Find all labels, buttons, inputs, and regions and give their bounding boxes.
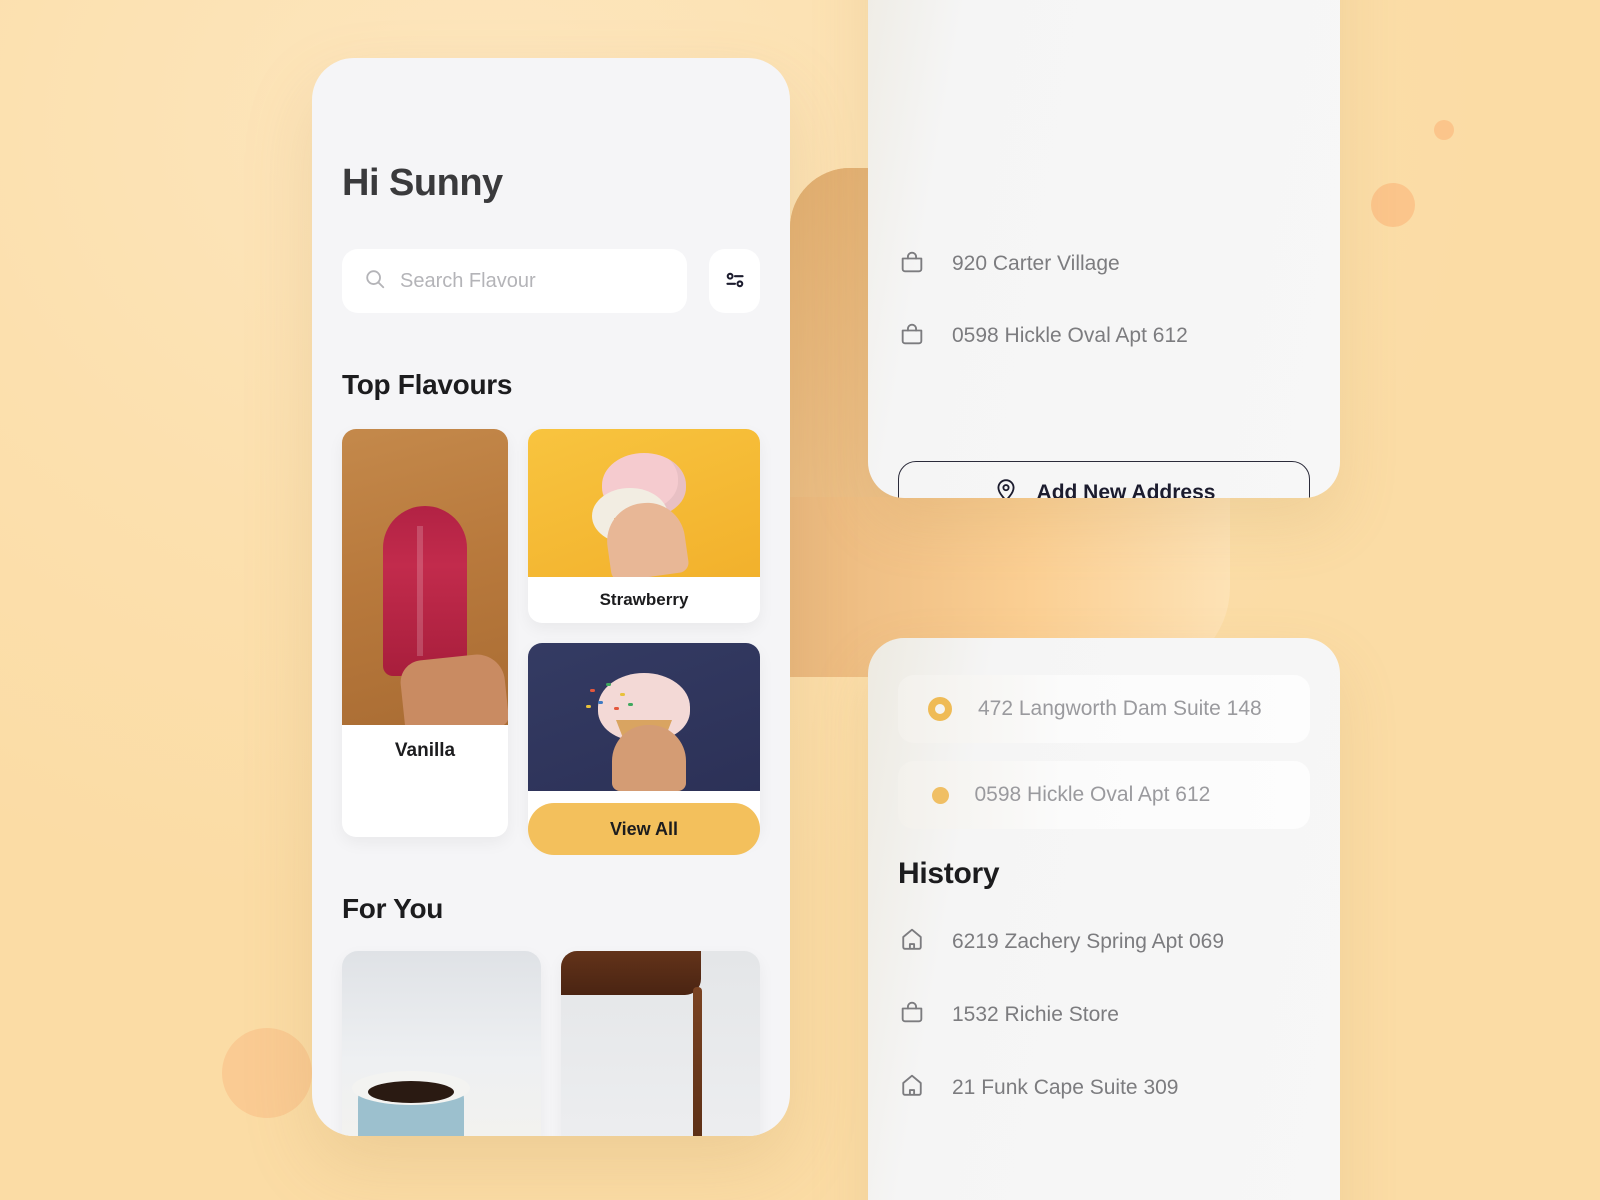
saved-address-row[interactable]: 0598 Hickle Oval Apt 612 [868,300,1340,372]
for-you-title: For You [342,893,444,924]
page-title: Hi Sunny [342,162,503,204]
location-pin-icon [993,477,1019,498]
flavour-image-vanilla [342,429,508,725]
for-you-card-chocolate[interactable] [561,951,760,1136]
flavour-label: Strawberry [599,590,689,609]
radio-selected-icon [928,697,952,721]
home-icon [898,925,926,958]
flavour-card-vanilla[interactable]: Vanilla [342,429,508,837]
top-flavours-title: Top Flavours [342,369,513,400]
flavour-card-strawberry[interactable]: Strawberry [528,429,760,623]
add-new-address-label: Add New Address [1036,481,1216,498]
flavour-image-sprinkle [528,643,760,791]
address-option-label: 472 Langworth Dam Suite 148 [978,697,1262,720]
bag-icon [898,320,926,353]
search-icon [364,268,386,295]
for-you-grid [342,951,760,1136]
search-input[interactable] [400,269,665,293]
decorative-circle-large [222,1028,312,1118]
background [0,0,1600,1200]
history-title: History [898,857,1000,890]
history-item[interactable]: 6219 Zachery Spring Apt 069 [868,905,1340,978]
saved-address-label: 920 Carter Village [952,252,1120,275]
address-option-row-selected[interactable]: 472 Langworth Dam Suite 148 [898,675,1310,743]
address-option-label: 0598 Hickle Oval Apt 612 [974,783,1211,806]
home-icon [898,1071,926,1104]
phone-mockup-home: Hi Sunny Top Flavours [312,58,790,1136]
history-item-label: 1532 Richie Store [952,1002,1119,1026]
decorative-circle-medium [1371,183,1415,227]
history-item[interactable]: 21 Funk Cape Suite 309 [868,1051,1340,1124]
flavour-image-strawberry [528,429,760,577]
view-all-holder: View All [528,803,760,855]
history-item-label: 21 Funk Cape Suite 309 [952,1075,1179,1099]
history-item-label: 6219 Zachery Spring Apt 069 [952,929,1225,953]
address-panel-card: 920 Carter Village 0598 Hickle Oval Apt … [868,0,1340,498]
radio-dot-icon [931,786,949,804]
filter-sliders-icon [722,267,748,296]
history-item[interactable]: 1532 Richie Store [868,978,1340,1051]
flavour-grid: Strawberry Vanilla [342,429,760,837]
bag-icon [898,248,926,281]
saved-address-row[interactable]: 920 Carter Village [868,228,1340,300]
for-you-card-coffee[interactable] [342,951,541,1136]
filter-button[interactable] [709,249,760,313]
decorative-circle-small [1434,120,1454,140]
address-option-row[interactable]: 0598 Hickle Oval Apt 612 [898,761,1310,829]
bag-icon [898,998,926,1031]
search-row [342,249,760,313]
search-box[interactable] [342,249,687,313]
address-selection-card: 472 Langworth Dam Suite 148 0598 Hickle … [868,638,1340,1200]
view-all-button[interactable]: View All [528,803,760,855]
flavour-label: Vanilla [394,740,456,761]
add-new-address-button[interactable]: Add New Address [898,461,1310,498]
saved-address-label: 0598 Hickle Oval Apt 612 [952,324,1188,347]
top-flavours-section: Strawberry Vanilla View All [342,429,760,855]
